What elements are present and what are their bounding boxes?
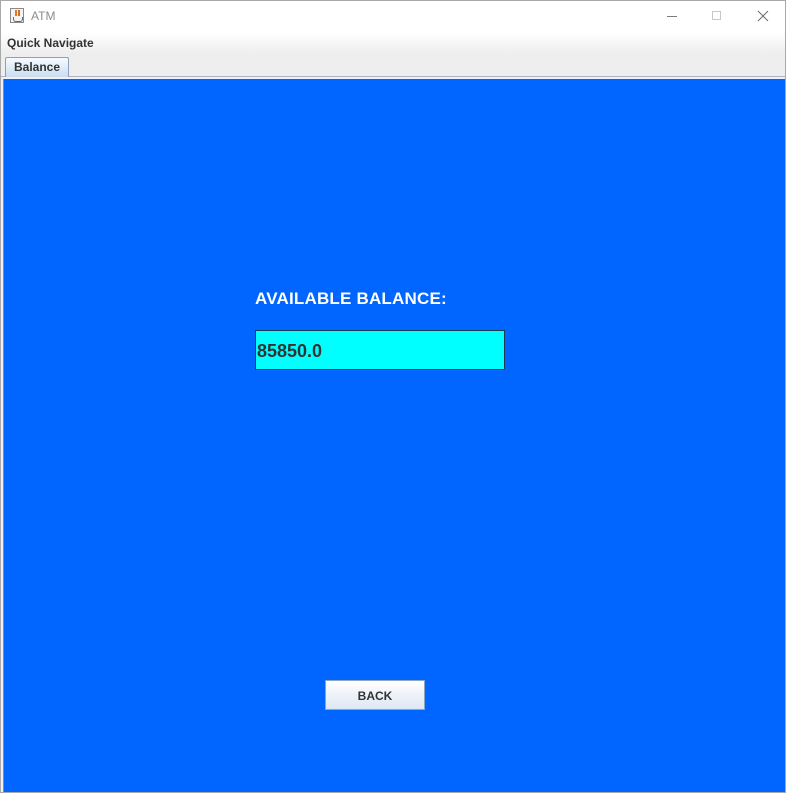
tab-balance[interactable]: Balance [5,57,69,77]
atm-window: ATM Quick Navigate Balance AVAILABLE BAL… [0,0,786,793]
window-title: ATM [31,9,56,23]
title-bar: ATM [1,1,785,32]
balance-panel: AVAILABLE BALANCE: 85850.0 BACK [3,79,785,792]
maximize-button[interactable] [694,1,739,31]
balance-value: 85850.0 [257,341,323,361]
close-button[interactable] [739,1,784,31]
maximize-icon [712,11,721,20]
available-balance-label: AVAILABLE BALANCE: [255,289,447,308]
minimize-icon [667,16,677,17]
back-button[interactable]: BACK [325,680,425,710]
java-cup-icon [10,8,24,23]
tab-divider [1,76,785,77]
tab-strip [1,54,785,77]
menu-quick-navigate[interactable]: Quick Navigate [7,36,94,50]
close-icon [757,10,769,22]
back-button-label: BACK [357,689,393,703]
minimize-button[interactable] [649,1,694,31]
balance-field: 85850.0 [255,330,505,370]
menu-bar: Quick Navigate [1,32,785,54]
tab-balance-label: Balance [14,60,61,74]
